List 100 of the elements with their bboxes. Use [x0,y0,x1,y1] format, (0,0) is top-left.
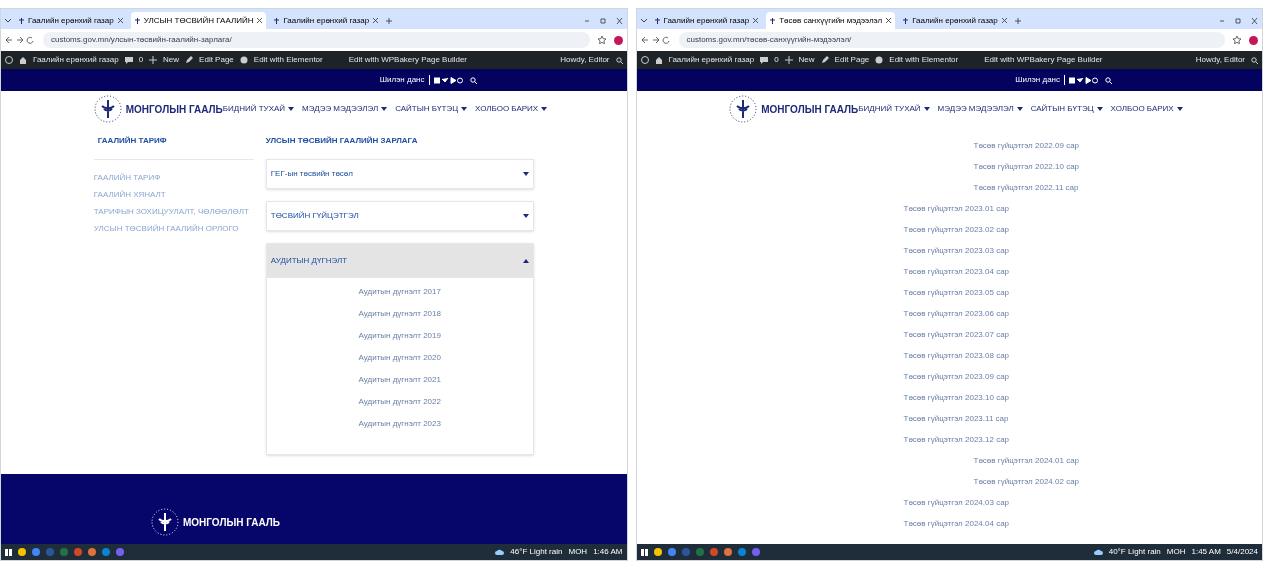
admin-bar-link[interactable]: Edit with WPBakery Page Builder [984,54,1103,66]
admin-bar-link[interactable]: 0 [774,54,779,66]
nav-link[interactable]: МЭДЭЭ МЭДЭЭЛЭЛ [937,103,1014,115]
comment-icon[interactable] [760,56,769,64]
close-icon[interactable] [373,18,379,23]
document-link[interactable]: Төсөв гүйцэтгэл 2023.04 сар [903,267,1010,276]
weather-text[interactable]: 46°F Light rain [510,546,563,558]
circle-icon[interactable] [875,56,884,64]
document-link[interactable]: Төсөв гүйцэтгэл 2023.06 сар [903,309,1010,318]
nav-link[interactable]: САЙТЫН БҮТЭЦ [395,103,459,115]
document-link[interactable]: Төсөв гүйцэтгэл 2023.07 сар [903,330,1010,339]
profile-avatar[interactable] [613,35,623,45]
admin-bar-link[interactable]: Howdy, Editor [560,54,610,66]
admin-bar-link[interactable]: Edit Page [199,54,234,66]
pencil-icon[interactable] [185,56,194,64]
admin-bar-link[interactable]: Edit with Elementor [889,54,959,66]
clock-date[interactable]: 5/4/2024 [1226,546,1258,558]
top-bar-link[interactable]: Шилэн данс [1015,74,1060,86]
wordpress-icon[interactable] [640,56,649,64]
document-link[interactable]: Төсөв гүйцэтгэл 2023.09 сар [903,372,1010,381]
admin-bar-link[interactable]: 0 [138,54,144,66]
pencil-icon[interactable] [820,56,829,64]
document-link[interactable]: Аудитын дүгнэлт 2020 [358,352,441,364]
nav-link[interactable]: БИДНИЙ ТУХАЙ [858,103,921,115]
close-icon[interactable] [1001,18,1007,23]
admin-bar-link[interactable]: New [798,54,815,66]
document-link[interactable]: Төсөв гүйцэтгэл 2023.02 сар [903,225,1010,234]
close-icon[interactable] [257,18,263,23]
address-bar[interactable]: customs.gov.mn/улсын-төсвийн-гаалийн-зарлага/ [43,32,590,48]
document-link[interactable]: Төсөв гүйцэтгэл 2023.05 сар [903,288,1010,297]
document-link[interactable]: Аудитын дүгнэлт 2021 [358,374,441,386]
document-link[interactable]: Төсөв гүйцэтгэл 2024.03 сар [903,498,1010,507]
accordion-header[interactable]: АУДИТЫН ДҮГНЭЛТ [266,244,533,278]
document-link[interactable]: Төсөв гүйцэтгэл 2024.01 сар [973,456,1080,465]
browser-tab[interactable]: Төсөв санхүүгийн мэдээлэл [766,12,896,29]
admin-bar-link[interactable]: Гаалийн ерөнхий газар [33,54,119,66]
close-icon[interactable] [117,18,123,23]
document-link[interactable]: Төсөв гүйцэтгэл 2023.08 сар [903,351,1010,360]
document-link[interactable]: Төсөв гүйцэтгэл 2023.10 сар [903,393,1010,402]
language-indicator[interactable]: МОН [1166,546,1186,558]
new-tab-icon[interactable] [1014,18,1021,24]
tab-list-icon[interactable] [640,19,647,23]
new-tab-icon[interactable] [386,18,393,24]
home-icon[interactable] [19,56,27,64]
admin-bar-link[interactable]: Edit with Elementor [253,54,323,66]
clock-time[interactable]: 1:45 AM [1191,546,1221,558]
search-icon[interactable] [615,56,623,64]
nav-link[interactable]: МЭДЭЭ МЭДЭЭЛЭЛ [302,103,379,115]
browser-tab[interactable]: Гаалийн ерөнхий газар [15,12,127,29]
logo-text[interactable]: МОНГОЛЫН ГААЛЬ [183,514,280,530]
navigation-icons[interactable] [640,36,671,44]
document-link[interactable]: Аудитын дүгнэлт 2022 [358,396,441,408]
address-bar[interactable]: customs.gov.mn/төсөв-санхүүгийн-мэдээлэл/ [678,32,1225,48]
nav-link[interactable]: САЙТЫН БҮТЭЦ [1030,103,1094,115]
nav-link[interactable]: ХОЛБОО БАРИХ [1110,103,1174,115]
clock-time[interactable]: 1:46 AM [593,546,623,558]
admin-bar-link[interactable]: Howdy, Editor [1195,54,1245,66]
browser-tab[interactable]: Гаалийн ерөнхий газар [270,12,383,29]
admin-bar-link[interactable]: Edit Page [834,54,870,66]
logo-text[interactable]: МОНГОЛЫН ГААЛЬ [125,101,223,117]
close-icon[interactable] [753,18,759,23]
document-link[interactable]: Төсөв гүйцэтгэл 2022.09 сар [973,141,1080,150]
window-controls-icon[interactable] [1218,18,1258,24]
tab-list-icon[interactable] [5,19,11,23]
nav-link[interactable]: БИДНИЙ ТУХАЙ [222,103,286,115]
browser-tab[interactable]: Гаалийн ерөнхий газар [650,12,763,29]
document-link[interactable]: Төсөв гүйцэтгэл 2022.10 сар [973,162,1080,171]
language-indicator[interactable]: МОН [568,546,588,558]
navigation-icons[interactable] [5,36,35,44]
admin-bar-link[interactable]: New [163,54,180,66]
circle-icon[interactable] [239,56,248,64]
profile-avatar[interactable] [1249,35,1258,45]
search-icon[interactable] [1251,56,1258,64]
weather-text[interactable]: 40°F Light rain [1108,546,1161,558]
document-link[interactable]: Аудитын дүгнэлт 2017 [358,286,441,298]
browser-tab[interactable]: Гаалийн ерөнхий газар [899,12,1011,29]
star-icon[interactable] [1233,36,1241,44]
admin-bar-link[interactable]: Edit with WPBakery Page Builder [348,54,467,66]
browser-tab[interactable]: УЛСЫН ТӨСВИЙН ГААЛИЙН [130,12,267,29]
close-icon[interactable] [886,18,892,23]
document-link[interactable]: Төсөв гүйцэтгэл 2022.11 сар [973,183,1079,192]
admin-bar-link[interactable]: Гаалийн ерөнхий газар [668,54,755,66]
document-link[interactable]: Төсөв гүйцэтгэл 2023.03 сар [903,246,1010,255]
start-icon[interactable] [5,548,12,556]
home-icon[interactable] [654,56,663,64]
comment-icon[interactable] [124,56,133,64]
logo-text[interactable]: МОНГОЛЫН ГААЛЬ [761,101,859,117]
window-controls-icon[interactable] [582,18,623,24]
document-link[interactable]: Төсөв гүйцэтгэл 2024.02 сар [973,477,1080,486]
plus-icon[interactable] [149,56,158,64]
accordion-header[interactable]: ГЕГ-ын төсвийн төсөл [266,160,533,188]
document-link[interactable]: Аудитын дүгнэлт 2018 [358,308,441,320]
top-bar-link[interactable]: Шилэн данс [379,74,425,86]
start-icon[interactable] [640,548,648,556]
nav-link[interactable]: ХОЛБОО БАРИХ [475,103,539,115]
document-link[interactable]: Төсөв гүйцэтгэл 2023.01 сар [903,204,1010,213]
document-link[interactable]: Аудитын дүгнэлт 2019 [358,330,441,342]
accordion-header[interactable]: ТӨСВИЙН ГҮЙЦЭТГЭЛ [266,202,533,230]
star-icon[interactable] [597,36,606,44]
social-icons[interactable] [433,76,466,84]
